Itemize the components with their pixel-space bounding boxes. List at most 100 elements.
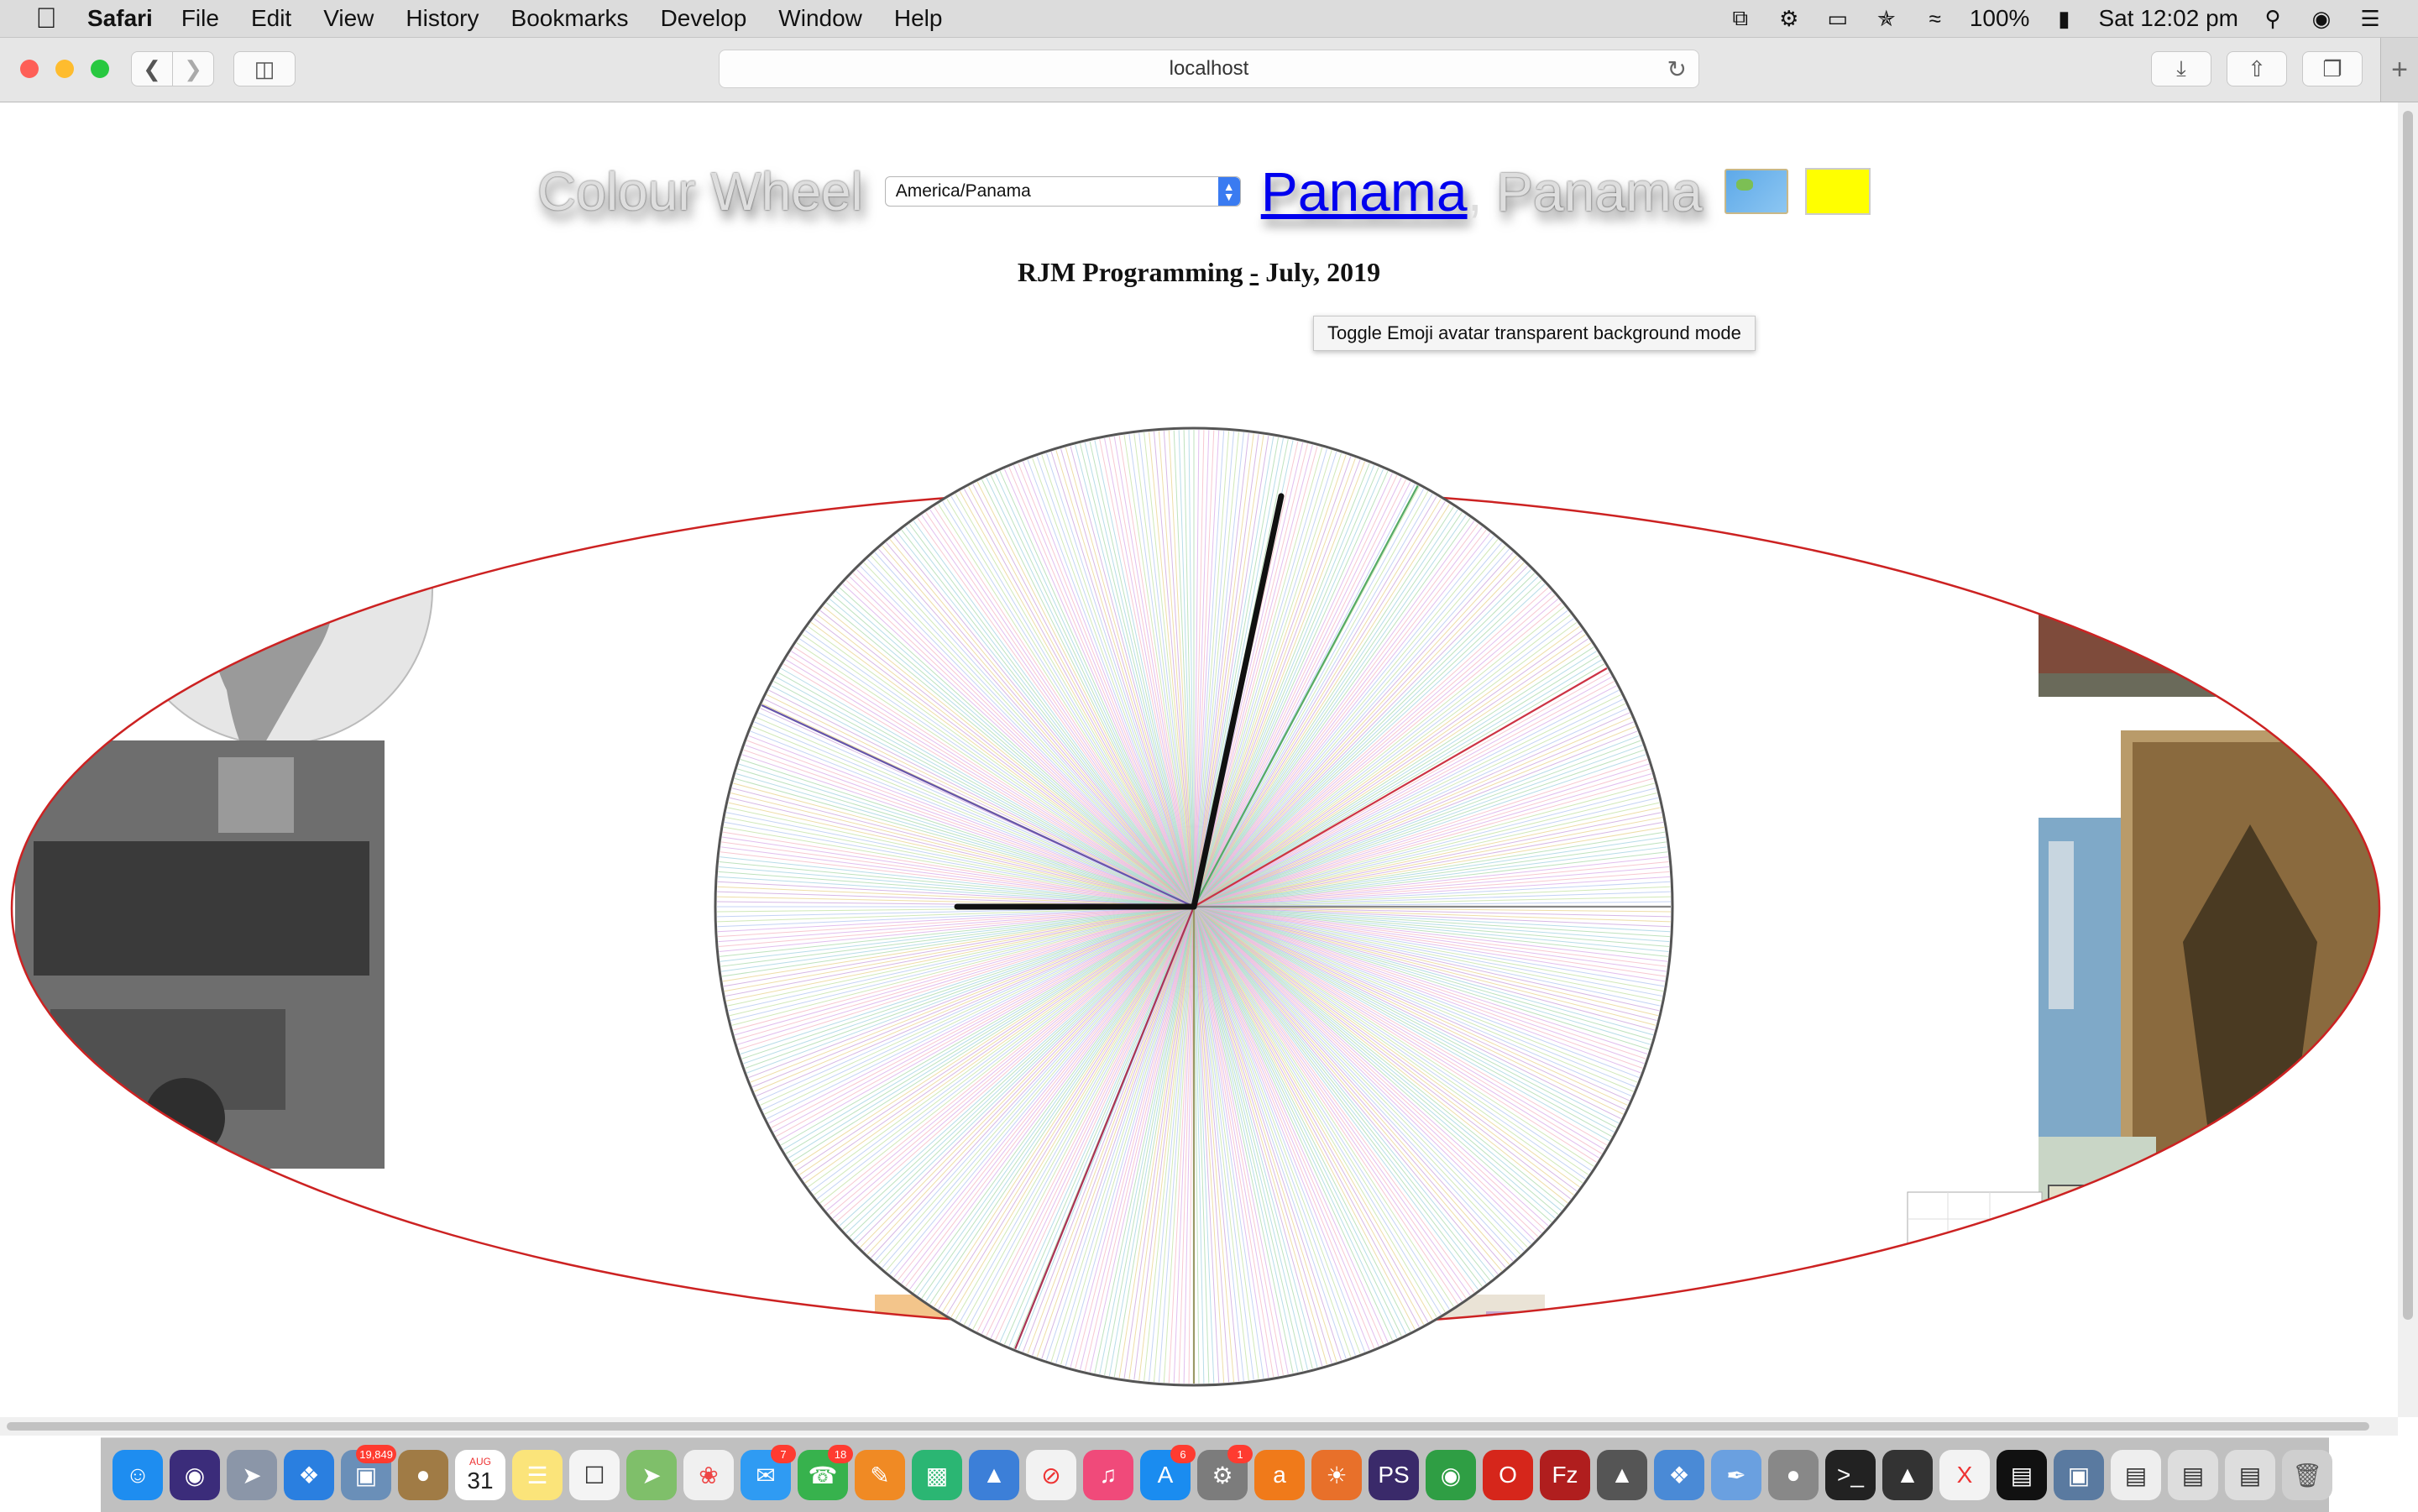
- tabs-overview-button[interactable]: ❐: [2302, 51, 2363, 86]
- pen-app-icon[interactable]: ✒: [1711, 1450, 1761, 1500]
- address-text: localhost: [1169, 57, 1249, 80]
- timezone-select[interactable]: America/Panama ▲ ▼: [884, 176, 1241, 207]
- prefs-badge: 1: [1227, 1445, 1253, 1463]
- safari-icon[interactable]: ❖: [284, 1450, 334, 1500]
- panama-map-caption: PANAMA: [1009, 388, 1104, 413]
- app-menu[interactable]: Safari: [87, 5, 153, 32]
- gear-icon[interactable]: ⚙: [1775, 6, 1803, 31]
- facetime-icon[interactable]: ☎ 18: [798, 1445, 853, 1500]
- downloads-stack-icon[interactable]: ▤: [2168, 1450, 2218, 1500]
- back-button[interactable]: ❮: [131, 51, 173, 86]
- web-page: PANAMA Colour Wheel America/Panama ▲ ▼ Pa…: [0, 102, 2398, 1417]
- colour-wheel-canvas: [10, 426, 2381, 1387]
- opera-icon[interactable]: O: [1483, 1450, 1533, 1500]
- downloads-button[interactable]: ⤓: [2151, 51, 2211, 86]
- system-preferences-icon[interactable]: ⚙ 1: [1197, 1445, 1253, 1500]
- airplay-icon[interactable]: ▭: [1824, 6, 1852, 31]
- menu-clock[interactable]: Sat 12:02 pm: [2098, 5, 2238, 32]
- messages-icon[interactable]: ✉ 7: [741, 1445, 796, 1500]
- inkscape-icon[interactable]: ▲: [1882, 1450, 1933, 1500]
- menu-edit[interactable]: Edit: [251, 5, 291, 32]
- firefox-icon[interactable]: ☀: [1311, 1450, 1362, 1500]
- console-icon[interactable]: ▤: [1997, 1450, 2047, 1500]
- close-window-button[interactable]: [20, 60, 39, 78]
- city-link[interactable]: Panama: [1261, 160, 1468, 223]
- photos-app-icon[interactable]: ▣ 19,849: [341, 1445, 396, 1500]
- menu-history[interactable]: History: [406, 5, 479, 32]
- tabs-icon: ❐: [2322, 55, 2342, 81]
- amazon-icon[interactable]: a: [1254, 1450, 1305, 1500]
- horizontal-scrollbar[interactable]: [0, 1417, 2398, 1436]
- sidebar-toggle-button[interactable]: ◫: [233, 51, 296, 86]
- new-tab-button[interactable]: +: [2380, 38, 2418, 102]
- pages-icon[interactable]: ✎: [855, 1450, 905, 1500]
- select-arrows-icon: ▲ ▼: [1217, 177, 1240, 206]
- music-icon[interactable]: ♫: [1083, 1450, 1133, 1500]
- chrome-icon[interactable]: ◉: [1426, 1450, 1476, 1500]
- maps-icon[interactable]: ➤: [626, 1450, 677, 1500]
- horizontal-scroll-thumb[interactable]: [7, 1422, 2369, 1431]
- news-icon[interactable]: ⊘: [1026, 1450, 1076, 1500]
- share-button[interactable]: ⇧: [2227, 51, 2287, 86]
- photos-icon[interactable]: ❀: [683, 1450, 734, 1500]
- old-caledonia-map: [2039, 1137, 2156, 1328]
- folder-stack-icon[interactable]: ▤: [2225, 1450, 2275, 1500]
- menu-view[interactable]: View: [323, 5, 374, 32]
- wrap-app-icon[interactable]: ❖: [1654, 1450, 1704, 1500]
- menu-develop[interactable]: Develop: [661, 5, 747, 32]
- vertical-scroll-thumb[interactable]: [2403, 111, 2413, 1320]
- phpstorm-icon[interactable]: PS: [1369, 1450, 1419, 1500]
- vertical-scrollbar[interactable]: [2398, 102, 2418, 1417]
- app-store-icon[interactable]: A6: [1140, 1445, 1196, 1500]
- page-header: Colour Wheel America/Panama ▲ ▼ Panama , …: [537, 158, 1871, 225]
- notification-center-icon[interactable]: ☰: [2356, 6, 2384, 31]
- world-map-emoji-icon[interactable]: [1724, 169, 1788, 214]
- people-photo: [2039, 539, 2240, 682]
- trash-icon[interactable]: 🗑: [2282, 1450, 2332, 1500]
- keynote-icon[interactable]: ▲: [969, 1450, 1019, 1500]
- zoom-window-button[interactable]: [91, 60, 109, 78]
- numbers-icon[interactable]: ▩: [912, 1450, 962, 1500]
- calendar-month: AUG: [468, 1456, 491, 1468]
- aerial-photo: [185, 1219, 385, 1296]
- battery-percent[interactable]: 100%: [1970, 5, 2030, 32]
- address-bar[interactable]: localhost ↻: [719, 50, 1699, 88]
- emoji-avatar-toggle[interactable]: [1804, 168, 1871, 215]
- byline-date: July, 2019: [1265, 257, 1381, 287]
- menu-window[interactable]: Window: [778, 5, 862, 32]
- siri-icon[interactable]: ◉: [170, 1450, 220, 1500]
- bluetooth-icon[interactable]: ✯: [1872, 6, 1901, 31]
- messages-badge: 7: [771, 1445, 796, 1463]
- browser-toolbar: ❮ ❯ ◫ localhost ↻ ⤓ ⇧ ❐ +: [0, 38, 2418, 102]
- calendar-icon[interactable]: AUG 31: [455, 1450, 505, 1500]
- elephant-app-icon[interactable]: ▲: [1597, 1450, 1647, 1500]
- byline-separator-link[interactable]: -: [1250, 257, 1259, 287]
- country-name: Panama: [1495, 160, 1703, 222]
- launchpad-icon[interactable]: ➤: [227, 1450, 277, 1500]
- finder-icon[interactable]: ☺: [113, 1450, 163, 1500]
- facetime-badge: 18: [828, 1445, 853, 1463]
- chevron-right-icon: ❯: [184, 55, 202, 81]
- filezilla-icon[interactable]: Fz: [1540, 1450, 1590, 1500]
- contacts-icon[interactable]: ●: [398, 1450, 448, 1500]
- document-icon[interactable]: ▤: [2111, 1450, 2161, 1500]
- preview-icon[interactable]: ▣: [2054, 1450, 2104, 1500]
- notes-icon[interactable]: ☰: [512, 1450, 563, 1500]
- apple-menu-icon[interactable]: : [34, 3, 59, 35]
- gimp-icon[interactable]: ●: [1768, 1450, 1819, 1500]
- dock: ☺ ◉ ➤ ❖ ▣ 19,849 ● AUG 31 ☰ ☐ ➤ ❀ ✉ 7 ☎ 18 ✎…: [101, 1437, 2332, 1512]
- spotlight-search-icon[interactable]: ⚲: [2258, 6, 2287, 31]
- reload-icon[interactable]: ↻: [1667, 55, 1687, 83]
- menu-bookmarks[interactable]: Bookmarks: [511, 5, 629, 32]
- forward-button[interactable]: ❯: [172, 51, 214, 86]
- menu-file[interactable]: File: [181, 5, 219, 32]
- siri-icon[interactable]: ◉: [2307, 6, 2336, 31]
- xquartz-icon[interactable]: X: [1939, 1450, 1990, 1500]
- menu-help[interactable]: Help: [894, 5, 943, 32]
- wifi-icon[interactable]: ≈: [1921, 6, 1950, 31]
- terminal-icon[interactable]: >_: [1825, 1450, 1876, 1500]
- battery-icon[interactable]: ▮: [2049, 6, 2078, 31]
- minimize-window-button[interactable]: [55, 60, 74, 78]
- reminders-icon[interactable]: ☐: [569, 1450, 620, 1500]
- malwarebytes-icon[interactable]: ⧉: [1726, 5, 1755, 31]
